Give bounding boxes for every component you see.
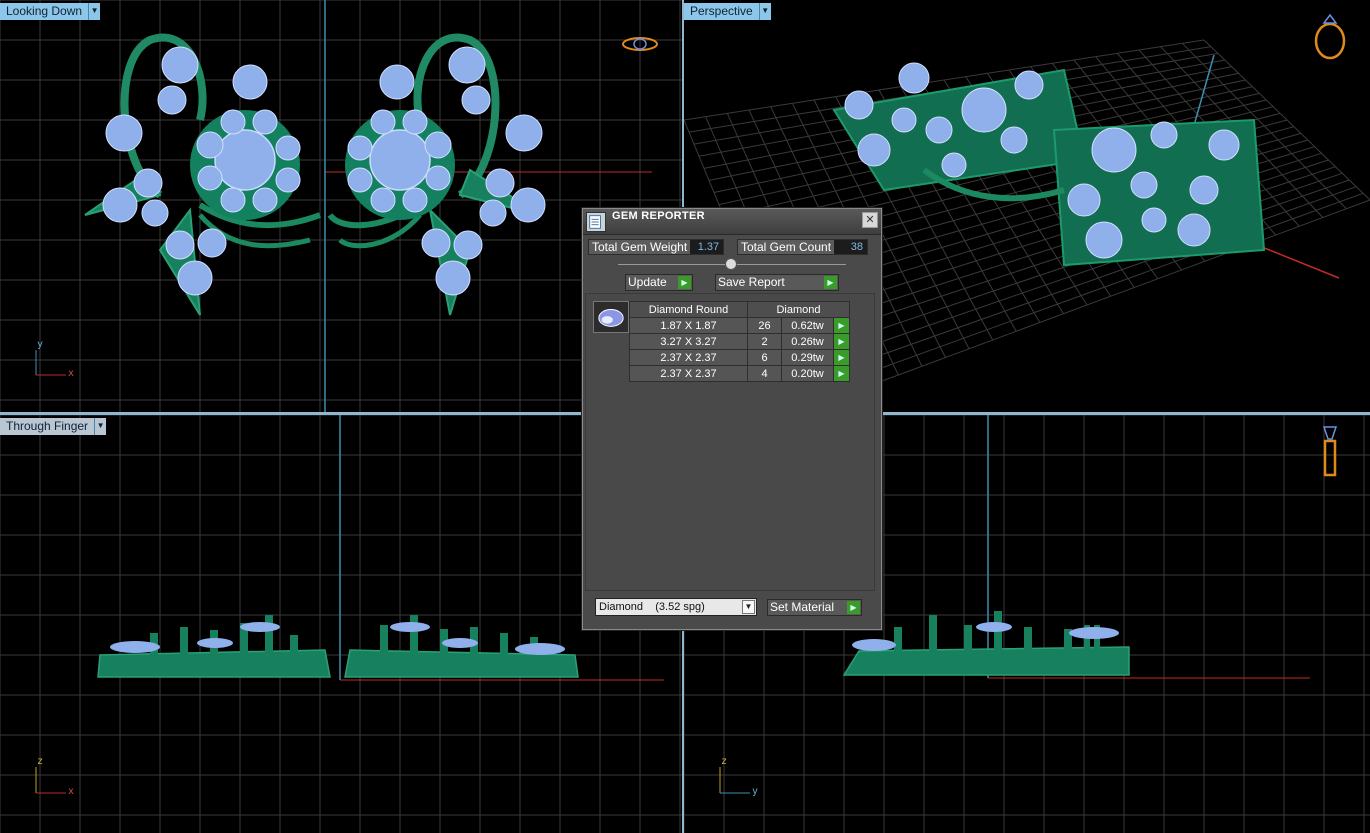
- earring-right-side-view: [344, 615, 579, 678]
- table-row[interactable]: 2.37 X 2.37 6 0.29tw ▶: [629, 349, 850, 366]
- viewport-name: Perspective: [684, 3, 759, 20]
- gem-reporter-dialog[interactable]: GEM REPORTER ✕ Total Gem Weight 1.37 Tot…: [582, 208, 882, 630]
- gem-size: 3.27 X 3.27: [629, 333, 748, 350]
- viewport-name: Looking Down: [0, 3, 89, 20]
- axis-label-x: x: [68, 368, 75, 379]
- play-arrow-icon: ▶: [847, 601, 860, 614]
- column-header-shape: Diamond Round: [629, 301, 748, 318]
- gem-size: 1.87 X 1.87: [629, 317, 748, 334]
- play-arrow-icon[interactable]: ▶: [833, 349, 850, 366]
- update-button-label: Update: [628, 275, 667, 289]
- play-arrow-icon: ▶: [824, 276, 837, 289]
- gem-list-panel: Diamond Round Diamond 1.87 X 1.87 26 0.6…: [585, 293, 875, 591]
- total-gem-weight-field: Total Gem Weight 1.37: [588, 239, 725, 255]
- play-arrow-icon[interactable]: ▶: [833, 317, 850, 334]
- gem-weight: 0.62tw: [781, 317, 834, 334]
- front-view-canvas[interactable]: [0, 415, 682, 833]
- top-view-canvas[interactable]: [0, 0, 682, 412]
- earrings-side-view: [842, 611, 1130, 676]
- material-select-value: Diamond (3.52 spg): [599, 601, 705, 613]
- gem-count: 2: [747, 333, 782, 350]
- dialog-title: GEM REPORTER: [612, 210, 705, 222]
- slider-handle[interactable]: [725, 258, 737, 270]
- viewport-through-finger[interactable]: z x Through Finger ▼: [0, 415, 682, 833]
- dialog-title-bar[interactable]: GEM REPORTER ✕: [583, 209, 881, 235]
- gem-table: Diamond Round Diamond 1.87 X 1.87 26 0.6…: [629, 301, 850, 382]
- axis-label-z: z: [37, 756, 44, 767]
- viewport-label-looking-down[interactable]: Looking Down ▼: [0, 3, 101, 20]
- earring-left-side-view: [97, 615, 331, 678]
- viewport-name: Through Finger: [0, 418, 95, 435]
- total-gem-count-value: 38: [834, 240, 868, 254]
- gem-reporter-icon: [586, 212, 606, 232]
- total-gem-count-label: Total Gem Count: [741, 240, 832, 254]
- update-button[interactable]: Update ▶: [625, 274, 693, 291]
- gem-count: 26: [747, 317, 782, 334]
- viewport-label-through-finger[interactable]: Through Finger ▼: [0, 418, 107, 435]
- gem-weight: 0.20tw: [781, 365, 834, 382]
- viewport-dropdown-arrow-icon[interactable]: ▼: [94, 418, 107, 435]
- gem-table-header: Diamond Round Diamond: [629, 301, 850, 318]
- column-header-type: Diamond: [747, 301, 850, 318]
- grid: [0, 415, 682, 833]
- gem-weight: 0.29tw: [781, 349, 834, 366]
- table-row[interactable]: 2.37 X 2.37 4 0.20tw ▶: [629, 365, 850, 382]
- viewport-dropdown-arrow-icon[interactable]: ▼: [758, 3, 771, 20]
- total-gem-count-field: Total Gem Count 38: [737, 239, 869, 255]
- set-material-button-label: Set Material: [770, 600, 835, 614]
- play-arrow-icon[interactable]: ▶: [833, 333, 850, 350]
- save-report-button[interactable]: Save Report ▶: [715, 274, 839, 291]
- total-gem-weight-value: 1.37: [690, 240, 724, 254]
- gem-count: 4: [747, 365, 782, 382]
- ring-side-icon: [1322, 426, 1338, 477]
- earrings-perspective-view: [832, 62, 1266, 267]
- table-row[interactable]: 1.87 X 1.87 26 0.62tw ▶: [629, 317, 850, 334]
- axis-label-x: x: [68, 786, 75, 797]
- play-arrow-icon: ▶: [678, 276, 691, 289]
- axis-label-y: y: [752, 786, 759, 797]
- play-arrow-icon[interactable]: ▶: [833, 365, 850, 382]
- set-material-button[interactable]: Set Material ▶: [767, 599, 862, 616]
- viewport-label-perspective[interactable]: Perspective ▼: [684, 3, 771, 20]
- axis-label-y: y: [37, 339, 44, 350]
- material-select[interactable]: Diamond (3.52 spg) ▼: [595, 598, 757, 616]
- gem-size: 2.37 X 2.37: [629, 365, 748, 382]
- viewport-looking-down[interactable]: y x Looking Down ▼: [0, 0, 682, 412]
- close-icon[interactable]: ✕: [862, 212, 878, 228]
- gem-weight: 0.26tw: [781, 333, 834, 350]
- total-gem-weight-label: Total Gem Weight: [592, 240, 688, 254]
- table-row[interactable]: 3.27 X 3.27 2 0.26tw ▶: [629, 333, 850, 350]
- ring-perspective-icon: [1314, 13, 1346, 60]
- gem-count: 6: [747, 349, 782, 366]
- axis-label-z: z: [721, 756, 728, 767]
- earring-right-top-view: [327, 33, 546, 316]
- chevron-down-icon[interactable]: ▼: [742, 600, 755, 614]
- viewport-dropdown-arrow-icon[interactable]: ▼: [88, 3, 101, 20]
- diamond-round-icon[interactable]: [593, 301, 629, 333]
- gem-size: 2.37 X 2.37: [629, 349, 748, 366]
- save-report-button-label: Save Report: [718, 275, 785, 289]
